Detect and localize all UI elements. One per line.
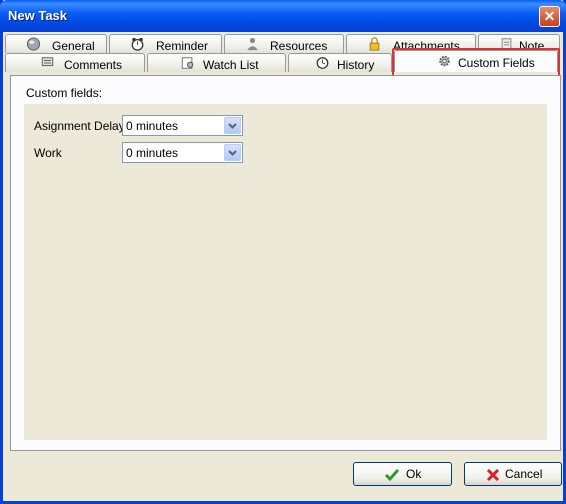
custom-fields-panel: Custom fields: Asignment Delay 0 minutes… [10, 75, 561, 451]
tab-custom-fields[interactable]: Custom Fields [394, 50, 558, 72]
chevron-down-icon [228, 123, 237, 129]
alarm-clock-icon [131, 37, 144, 51]
cancel-x-icon [486, 468, 500, 482]
person-icon [247, 37, 258, 51]
gear-icon [439, 55, 450, 67]
tab-row-2: Comments Watch List History Custom Field… [3, 50, 563, 72]
tab-resources[interactable]: Resources [224, 34, 344, 53]
work-combo[interactable]: 0 minutes [122, 142, 243, 163]
tab-reminder[interactable]: Reminder [109, 34, 222, 53]
tab-history[interactable]: History [288, 53, 392, 72]
new-task-window: New Task ✕ General Reminder Resources At… [0, 0, 566, 504]
work-label: Work [34, 146, 62, 160]
work-value: 0 minutes [126, 146, 179, 160]
assignment-delay-value: 0 minutes [126, 119, 179, 133]
tab-history-label: History [337, 58, 375, 72]
padlock-icon [369, 37, 380, 51]
tab-comments[interactable]: Comments [5, 53, 145, 72]
cancel-label: Cancel [505, 467, 543, 481]
assignment-delay-combo[interactable]: 0 minutes [122, 115, 243, 136]
cancel-button[interactable]: Cancel [464, 462, 562, 486]
close-button[interactable]: ✕ [539, 6, 560, 27]
ok-button[interactable]: Ok [353, 462, 452, 486]
checkmark-icon [384, 469, 400, 482]
close-icon: ✕ [543, 8, 556, 24]
tab-custom-fields-label: Custom Fields [458, 56, 535, 70]
globe-icon [26, 37, 41, 51]
note-icon [501, 38, 512, 50]
panel-label: Custom fields: [26, 86, 103, 100]
assignment-delay-label: Asignment Delay [34, 119, 125, 133]
history-icon [316, 57, 329, 69]
watch-list-icon [181, 57, 194, 69]
ok-label: Ok [406, 467, 422, 481]
title-bar[interactable]: New Task ✕ [0, 0, 566, 32]
chevron-down-icon [228, 150, 237, 156]
tab-comments-label: Comments [64, 58, 123, 72]
tab-watch-list-label: Watch List [203, 58, 259, 72]
comments-icon [41, 57, 54, 67]
tab-watch-list[interactable]: Watch List [147, 53, 286, 72]
assignment-delay-dropdown[interactable] [224, 117, 241, 134]
tab-general[interactable]: General [5, 34, 107, 53]
work-dropdown[interactable] [224, 144, 241, 161]
window-title: New Task [8, 8, 68, 23]
fields-area: Asignment Delay 0 minutes Work 0 minutes [24, 104, 547, 440]
